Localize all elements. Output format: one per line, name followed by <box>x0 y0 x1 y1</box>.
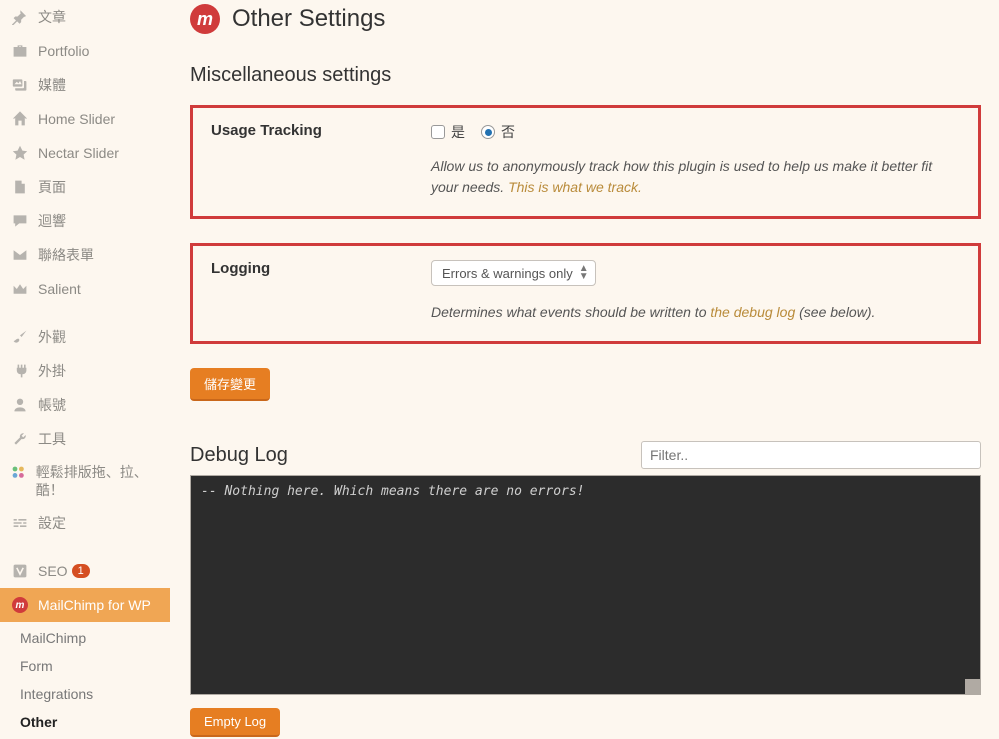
usage-tracking-box: Usage Tracking 是 否 Allow us to anonymous… <box>190 105 981 219</box>
sidebar-item-label: 帳號 <box>38 395 66 415</box>
sidebar-item-plugins[interactable]: 外掛 <box>0 354 170 388</box>
sidebar-item-users[interactable]: 帳號 <box>0 388 170 422</box>
save-button[interactable]: 儲存變更 <box>190 368 270 401</box>
usage-tracking-desc: Allow us to anonymously track how this p… <box>431 156 960 198</box>
main-content: m Other Settings Miscellaneous settings … <box>170 0 999 739</box>
page-icon <box>10 177 30 197</box>
usage-tracking-radios: 是 否 <box>431 122 960 142</box>
sidebar-item-label: 外觀 <box>38 327 66 347</box>
sidebar-item-label: Portfolio <box>38 43 89 59</box>
mail-icon <box>10 245 30 265</box>
empty-log-button[interactable]: Empty Log <box>190 708 280 737</box>
sidebar-item-nectar-slider[interactable]: Nectar Slider <box>0 136 170 170</box>
user-icon <box>10 395 30 415</box>
sidebar-item-settings[interactable]: 設定 <box>0 506 170 540</box>
select-caret-icon: ▲▼ <box>579 265 589 281</box>
logging-desc: Determines what events should be written… <box>431 302 960 323</box>
usage-tracking-no-radio[interactable] <box>481 125 495 139</box>
sidebar-item-label: Home Slider <box>38 111 115 127</box>
logging-label: Logging <box>211 260 401 323</box>
sidebar-item-appearance[interactable]: 外觀 <box>0 320 170 354</box>
seo-badge: 1 <box>72 564 90 578</box>
sidebar-item-mailchimp[interactable]: m MailChimp for WP <box>0 588 170 622</box>
sidebar-item-pages[interactable]: 頁面 <box>0 170 170 204</box>
sidebar-item-label: 頁面 <box>38 177 66 197</box>
submenu-mailchimp[interactable]: MailChimp <box>0 624 170 652</box>
page-title: Other Settings <box>232 5 385 33</box>
submenu-integrations[interactable]: Integrations <box>0 680 170 708</box>
sidebar-item-comments[interactable]: 迴響 <box>0 204 170 238</box>
sidebar-item-label: 文章 <box>38 7 66 27</box>
mailchimp-icon: m <box>10 595 30 615</box>
usage-tracking-label: Usage Tracking <box>211 122 401 198</box>
misc-heading: Miscellaneous settings <box>190 64 981 87</box>
star-icon <box>10 143 30 163</box>
mailchimp-logo-icon: m <box>190 4 220 34</box>
sidebar-item-label: Salient <box>38 281 81 297</box>
sidebar-item-label: 外掛 <box>38 361 66 381</box>
sidebar-item-salient[interactable]: Salient <box>0 272 170 306</box>
debug-log-link[interactable]: the debug log <box>710 304 795 320</box>
sidebar-item-label: 聯絡表單 <box>38 245 94 265</box>
sidebar-item-media[interactable]: 媒體 <box>0 68 170 102</box>
sidebar-item-label: 輕鬆排版拖、拉、酷！ <box>36 463 160 499</box>
debug-log-heading: Debug Log <box>190 444 288 467</box>
sidebar-item-tools[interactable]: 工具 <box>0 422 170 456</box>
debug-log-filter-input[interactable] <box>641 441 981 469</box>
admin-sidebar: 文章 Portfolio 媒體 Home Slider Nectar Slide… <box>0 0 170 739</box>
pin-icon <box>10 7 30 27</box>
sidebar-item-label: MailChimp for WP <box>38 597 151 613</box>
sidebar-item-label: 媒體 <box>38 75 66 95</box>
logging-box: Logging Errors & warnings only ▲▼ Determ… <box>190 243 981 344</box>
home-icon <box>10 109 30 129</box>
wrench-icon <box>10 429 30 449</box>
briefcase-icon <box>10 41 30 61</box>
submenu-other[interactable]: Other <box>0 708 170 736</box>
sidebar-item-label: 工具 <box>38 429 66 449</box>
sidebar-item-portfolio[interactable]: Portfolio <box>0 34 170 68</box>
mailchimp-submenu: MailChimp Form Integrations Other <box>0 622 170 739</box>
brush-icon <box>10 327 30 347</box>
usage-tracking-yes-label: 是 <box>451 122 465 142</box>
usage-tracking-yes-radio[interactable] <box>431 125 445 139</box>
sidebar-item-contact-form[interactable]: 聯絡表單 <box>0 238 170 272</box>
submenu-form[interactable]: Form <box>0 652 170 680</box>
seo-icon <box>10 561 30 581</box>
media-icon <box>10 75 30 95</box>
crown-icon <box>10 279 30 299</box>
sidebar-item-label: SEO <box>38 563 68 579</box>
logging-select-value: Errors & warnings only <box>442 266 573 281</box>
sidebar-item-posts[interactable]: 文章 <box>0 0 170 34</box>
debug-log-textarea[interactable] <box>190 475 981 695</box>
sidebar-item-home-slider[interactable]: Home Slider <box>0 102 170 136</box>
logging-select[interactable]: Errors & warnings only ▲▼ <box>431 260 596 286</box>
sidebar-item-label: 設定 <box>38 513 66 533</box>
palette-icon <box>10 463 28 483</box>
usage-tracking-link[interactable]: This is what we track. <box>508 179 642 195</box>
sidebar-item-seo[interactable]: SEO 1 <box>0 554 170 588</box>
sidebar-item-label: 迴響 <box>38 211 66 231</box>
sliders-icon <box>10 513 30 533</box>
plug-icon <box>10 361 30 381</box>
usage-tracking-no-label: 否 <box>501 122 515 142</box>
sidebar-item-swifty[interactable]: 輕鬆排版拖、拉、酷！ <box>0 456 170 506</box>
sidebar-item-label: Nectar Slider <box>38 145 119 161</box>
comment-icon <box>10 211 30 231</box>
